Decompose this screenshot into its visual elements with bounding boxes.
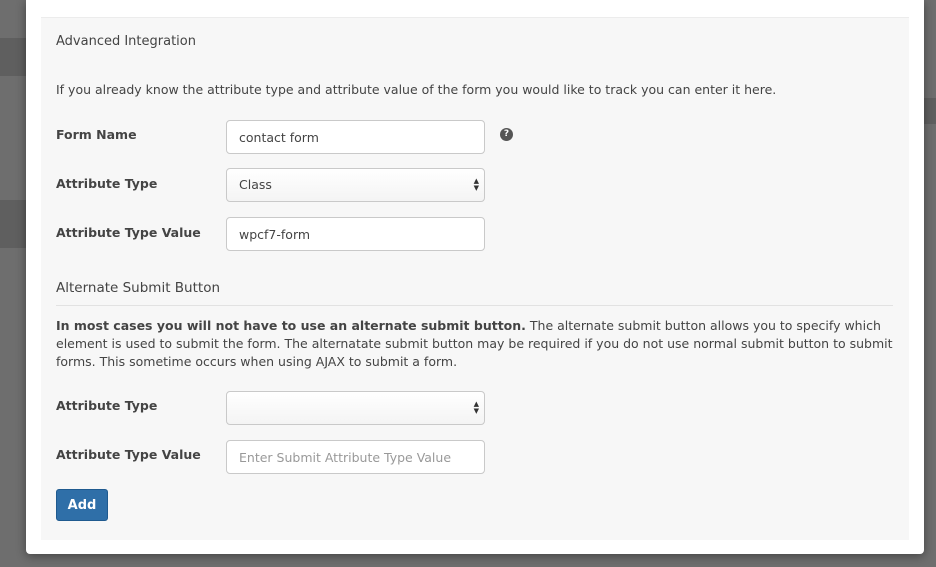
- submit-attribute-type-value-label: Attribute Type Value: [56, 447, 201, 462]
- attribute-type-label: Attribute Type: [56, 176, 158, 191]
- question-circle-icon[interactable]: ?: [500, 128, 513, 141]
- select-arrows-icon: ▲ ▼: [473, 400, 479, 415]
- modal-dialog: Advanced Integration If you already know…: [26, 0, 924, 554]
- alternate-submit-title: Alternate Submit Button: [56, 280, 221, 296]
- attribute-type-value-input[interactable]: [226, 217, 485, 251]
- submit-attribute-type-value-input[interactable]: [226, 440, 485, 474]
- form-name-input[interactable]: [226, 120, 485, 154]
- description-bold: In most cases you will not have to use a…: [56, 318, 526, 333]
- intro-text: If you already know the attribute type a…: [56, 82, 777, 97]
- select-arrows-icon: ▲ ▼: [473, 177, 479, 192]
- backdrop-strip: [922, 98, 936, 124]
- backdrop-strip: [0, 38, 26, 76]
- submit-attribute-type-select[interactable]: ▲ ▼: [226, 391, 485, 425]
- section-divider: [56, 305, 893, 306]
- submit-attribute-type-label: Attribute Type: [56, 398, 158, 413]
- alternate-submit-description: In most cases you will not have to use a…: [56, 317, 901, 371]
- attribute-type-value-label: Attribute Type Value: [56, 225, 201, 240]
- advanced-integration-panel: Advanced Integration If you already know…: [41, 17, 909, 540]
- attribute-type-selected: Class: [239, 177, 272, 192]
- panel-title: Advanced Integration: [56, 34, 196, 49]
- backdrop-strip: [0, 200, 26, 248]
- add-button[interactable]: Add: [56, 489, 108, 521]
- form-name-label: Form Name: [56, 127, 137, 142]
- attribute-type-select[interactable]: Class ▲ ▼: [226, 168, 485, 202]
